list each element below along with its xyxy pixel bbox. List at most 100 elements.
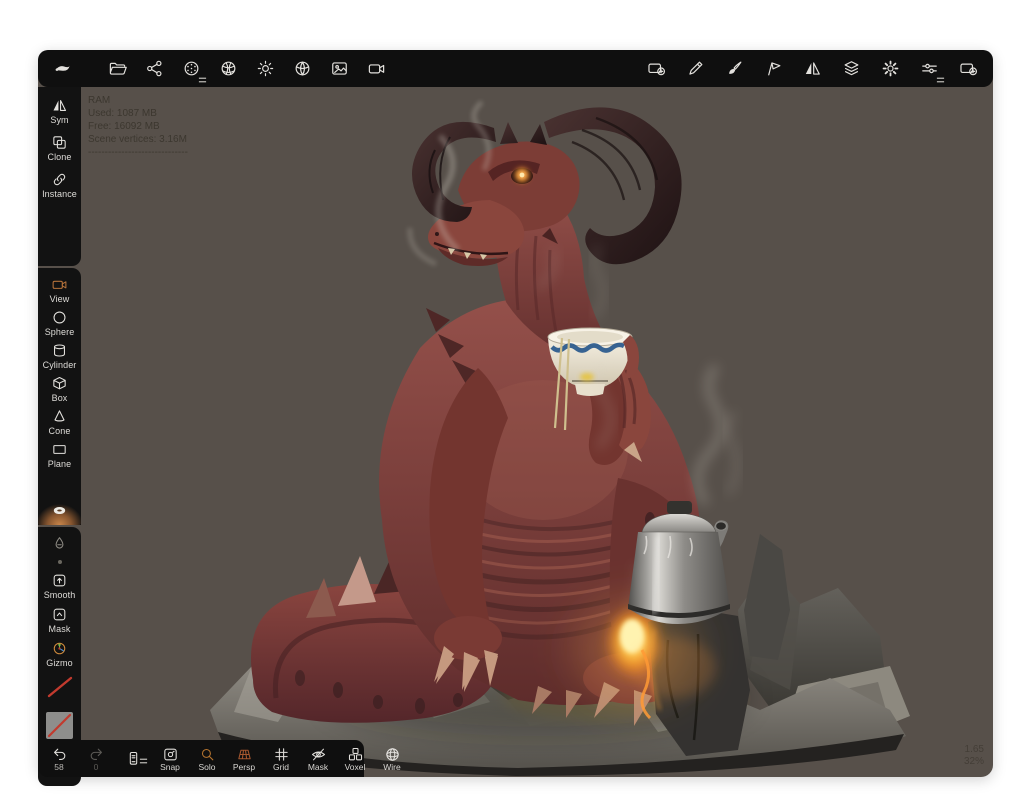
camera-icon[interactable] [364,57,388,81]
sidebar-item-drop-brush[interactable] [38,535,81,552]
pencil-icon[interactable] [683,57,707,81]
sidebar-item-box[interactable]: Box [38,375,81,403]
open-folder-icon[interactable] [105,57,129,81]
plane-icon [51,441,68,458]
solo-button[interactable]: Solo [194,746,220,772]
share-nodes-icon[interactable] [142,57,166,81]
sidebar-item-cone[interactable]: Cone [38,408,81,436]
voxel-icon [347,746,364,763]
background-image-icon[interactable] [327,57,351,81]
ram-title: RAM [88,94,188,107]
ram-stats: RAM Used: 1087 MB Free: 16092 MB Scene v… [88,94,188,159]
redo-button[interactable]: 0 [83,746,109,772]
ram-divider: ------------------------------ [88,146,188,159]
bottom-item-label: Solo [198,762,215,772]
mirror-symmetry-icon[interactable] [800,57,824,81]
sidebar-item-mask[interactable]: Mask [38,606,81,634]
sidebar-item-label: Plane [48,459,72,469]
box-icon [51,375,68,392]
sidebar-item-sphere[interactable]: Sphere [38,309,81,337]
bottom-item-label: Mask [308,762,328,772]
mask-visibility-icon [310,746,327,763]
snap-icon [162,746,179,763]
smooth-icon [51,572,68,589]
ram-free: Free: 16092 MB [88,120,188,133]
bottom-item-label: Persp [233,762,255,772]
instance-link-icon [51,171,68,188]
material-sphere-icon[interactable] [290,57,314,81]
sidebar-item-sym[interactable]: Sym [38,97,81,125]
fire-glow [620,619,644,653]
add-interface-card-icon[interactable] [644,57,668,81]
sidebar-item-label: Sym [50,115,68,125]
wire-button[interactable]: Wire [379,746,405,772]
sidebar-item-plane[interactable]: Plane [38,441,81,469]
sidebar-item-label: Clone [47,152,71,162]
persp-button[interactable]: Persp [231,746,257,772]
sidebar-item-instance[interactable]: Instance [38,171,81,199]
grid-icon [273,746,290,763]
device-menu-button[interactable] [120,750,146,767]
matcap-sphere-icon[interactable] [179,57,203,81]
add-interface-card-icon-2[interactable] [956,57,980,81]
bottom-item-label: Snap [160,762,180,772]
voxel-button[interactable]: Voxel [342,746,368,772]
nomad-logo-icon[interactable] [50,57,74,81]
environment-sphere-icon[interactable] [216,57,240,81]
sidebar-item-clone[interactable]: Clone [38,134,81,162]
sidebar-item-torus-highlighted[interactable] [38,495,81,525]
sidebar-item-label: Mask [49,624,71,634]
sidebar-group-primitives: View Sphere Cylinder Box Cone Plane [38,268,81,525]
viewport-render[interactable] [38,50,993,777]
torus-icon [51,502,68,519]
top-toolbar-left [50,57,388,81]
undo-count: 58 [54,762,63,772]
layers-icon[interactable] [839,57,863,81]
redo-icon [88,746,105,763]
redo-count: 0 [94,762,99,772]
sidebar-item-label: Gizmo [46,658,73,668]
trim-flag-icon[interactable] [761,57,785,81]
wireframe-icon [384,746,401,763]
sidebar-item-gizmo[interactable]: Gizmo [38,640,81,668]
sidebar-dot-separator [58,560,62,564]
scene-vertices: Scene vertices: 3.16M [88,133,188,146]
settings-gear-icon[interactable] [878,57,902,81]
sidebar-item-label: View [50,294,70,304]
cylinder-icon [51,342,68,359]
gizmo-icon [51,640,68,657]
sculpt-canvas[interactable]: Sym Clone Instance View Sphere Cylinder … [38,50,993,777]
sphere-icon [51,309,68,326]
undo-button[interactable]: 58 [46,746,72,772]
sidebar-item-view[interactable]: View [38,276,81,304]
snap-button[interactable]: Snap [157,746,183,772]
zoom-percent: 32% [964,756,984,768]
sidebar-item-label: Cylinder [43,360,77,370]
grid-button[interactable]: Grid [268,746,294,772]
stroke-falloff-swatch[interactable] [45,674,75,700]
sliders-icon[interactable] [917,57,941,81]
mask-visibility-button[interactable]: Mask [305,746,331,772]
mask-icon [51,606,68,623]
sidebar-item-smooth[interactable]: Smooth [38,572,81,600]
sidebar-item-label: Instance [42,189,77,199]
undo-icon [51,746,68,763]
scale-value: 1.65 [964,744,984,756]
ram-used: Used: 1087 MB [88,107,188,120]
drop-brush-icon [51,535,68,552]
cone-icon [51,408,68,425]
paintbrush-icon[interactable] [722,57,746,81]
top-toolbar-right [644,57,980,81]
lighting-sun-icon[interactable] [253,57,277,81]
viewport-stats: 1.65 32% [964,744,984,768]
bottom-item-label: Voxel [345,762,366,772]
color-swatch[interactable] [46,712,73,739]
bottom-toolbar: 58 0 Snap Solo Persp Grid Mask [38,740,364,777]
perspective-icon [236,746,253,763]
sidebar-item-label: Box [52,393,68,403]
clone-icon [51,134,68,151]
sidebar-item-label: Sphere [45,327,75,337]
view-camera-icon [51,276,68,293]
sidebar-group-transform: Sym Clone Instance [38,87,81,266]
sidebar-item-cylinder[interactable]: Cylinder [38,342,81,370]
